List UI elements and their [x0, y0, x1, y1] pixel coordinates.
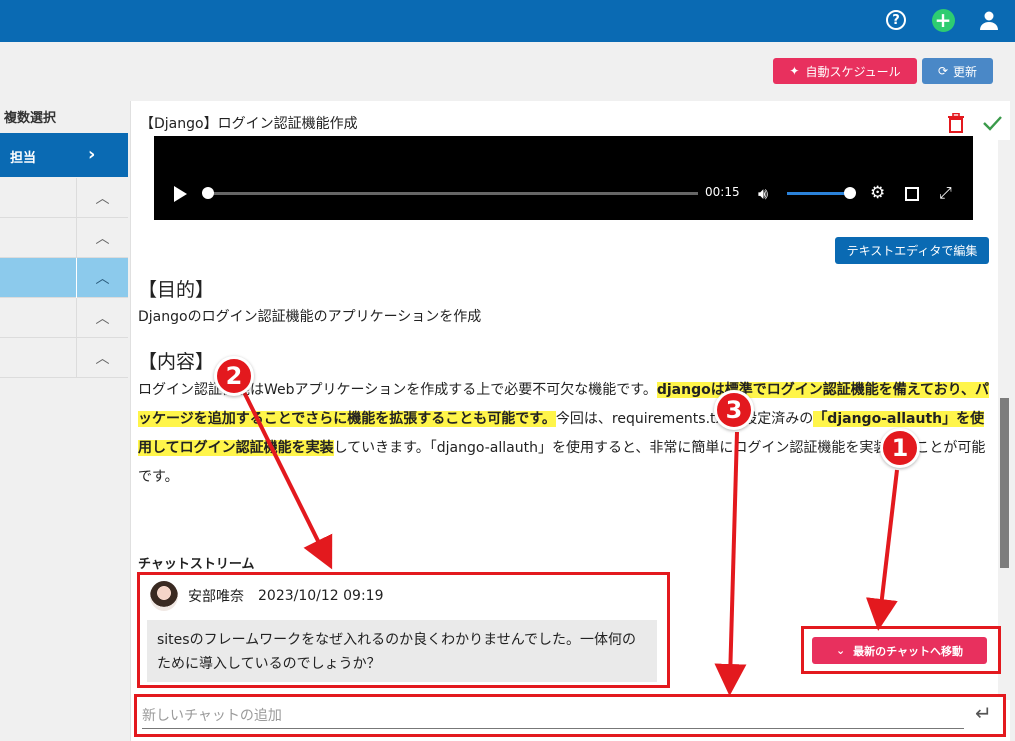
refresh-icon: ⟳: [937, 64, 949, 78]
chevron-up-icon[interactable]: ︿: [76, 298, 128, 338]
video-player[interactable]: 00:15 🔊︎ ⚙ ⤢: [154, 136, 973, 220]
check-icon[interactable]: [981, 112, 1003, 134]
sparkle-icon: ✦: [789, 64, 800, 78]
sidebar-row[interactable]: ︿: [0, 178, 128, 218]
chevron-right-icon: ›: [88, 144, 96, 165]
edit-in-text-editor-button[interactable]: テキストエディタで編集: [835, 237, 989, 264]
return-icon[interactable]: ↵: [975, 701, 992, 725]
chevron-down-icon: ⌄: [835, 644, 846, 657]
sidebar-row[interactable]: ︿: [0, 338, 128, 378]
chat-date: 2023/10/12 09:19: [258, 588, 384, 604]
chat-message-text: sitesのフレームワークをなぜ入れるのか良くわかりませんでした。一体何のために…: [147, 620, 657, 682]
trash-icon[interactable]: [947, 112, 965, 133]
avatar: [150, 581, 178, 611]
sidebar-item-assignee[interactable]: 担当 ›: [0, 133, 128, 177]
auto-schedule-button[interactable]: ✦ 自動スケジュール: [773, 58, 917, 84]
content-text: ログイン認証機能はWebアプリケーションを作成する上で必要不可欠な機能です。dj…: [138, 376, 990, 492]
gear-icon[interactable]: ⚙: [870, 183, 885, 203]
video-progress-track[interactable]: [208, 192, 698, 195]
popout-icon[interactable]: [905, 187, 919, 201]
auto-schedule-label: 自動スケジュール: [805, 64, 901, 79]
volume-slider[interactable]: [787, 192, 847, 195]
video-time: 00:15: [705, 185, 740, 199]
purpose-text: Djangoのログイン認証機能のアプリケーションを作成: [138, 309, 482, 325]
help-circle-icon[interactable]: ?: [884, 8, 908, 32]
fullscreen-icon[interactable]: ⤢: [939, 183, 952, 203]
user-icon[interactable]: [977, 8, 1001, 32]
scrollbar-thumb[interactable]: [1000, 398, 1009, 568]
task-title: 【Django】ログイン認証機能作成: [140, 116, 358, 132]
refresh-button[interactable]: ⟳ 更新: [922, 58, 993, 84]
volume-icon[interactable]: 🔊︎: [758, 184, 768, 204]
new-chat-input[interactable]: [142, 703, 964, 729]
sidebar-row-selected[interactable]: ︿: [0, 258, 128, 298]
top-bar: ? +: [0, 0, 1015, 42]
chevron-up-icon[interactable]: ︿: [76, 218, 128, 258]
chevron-up-icon[interactable]: ︿: [76, 178, 128, 218]
purpose-heading: 【目的】: [138, 279, 215, 301]
annotation-badge-2: 2: [214, 356, 254, 396]
sidebar-title: 複数選択: [4, 111, 57, 126]
volume-handle[interactable]: [844, 187, 856, 199]
chevron-up-icon[interactable]: ︿: [76, 338, 128, 378]
sidebar-row[interactable]: ︿: [0, 218, 128, 258]
annotation-badge-1: 1: [880, 428, 920, 468]
chat-stream-title: チャットストリーム: [138, 557, 255, 572]
annotation-badge-3: 3: [714, 390, 754, 430]
chevron-up-icon[interactable]: ︿: [76, 258, 128, 298]
jump-to-latest-label: 最新のチャットへ移動: [853, 644, 964, 658]
chat-user-name: 安部唯奈: [188, 589, 244, 605]
sidebar-item-label: 担当: [10, 151, 37, 166]
chat-message-header: 安部唯奈 2023/10/12 09:19: [150, 581, 384, 611]
jump-to-latest-chat-button[interactable]: ⌄ 最新のチャットへ移動: [812, 637, 987, 664]
refresh-label: 更新: [953, 64, 978, 79]
content-heading: 【内容】: [138, 351, 215, 373]
content-part: 今回は、requirements.txtで設定済みの: [555, 411, 814, 427]
video-progress-handle[interactable]: [202, 187, 214, 199]
sidebar-row[interactable]: ︿: [0, 298, 128, 338]
play-icon[interactable]: [174, 186, 187, 202]
plus-circle-icon[interactable]: +: [931, 8, 955, 32]
